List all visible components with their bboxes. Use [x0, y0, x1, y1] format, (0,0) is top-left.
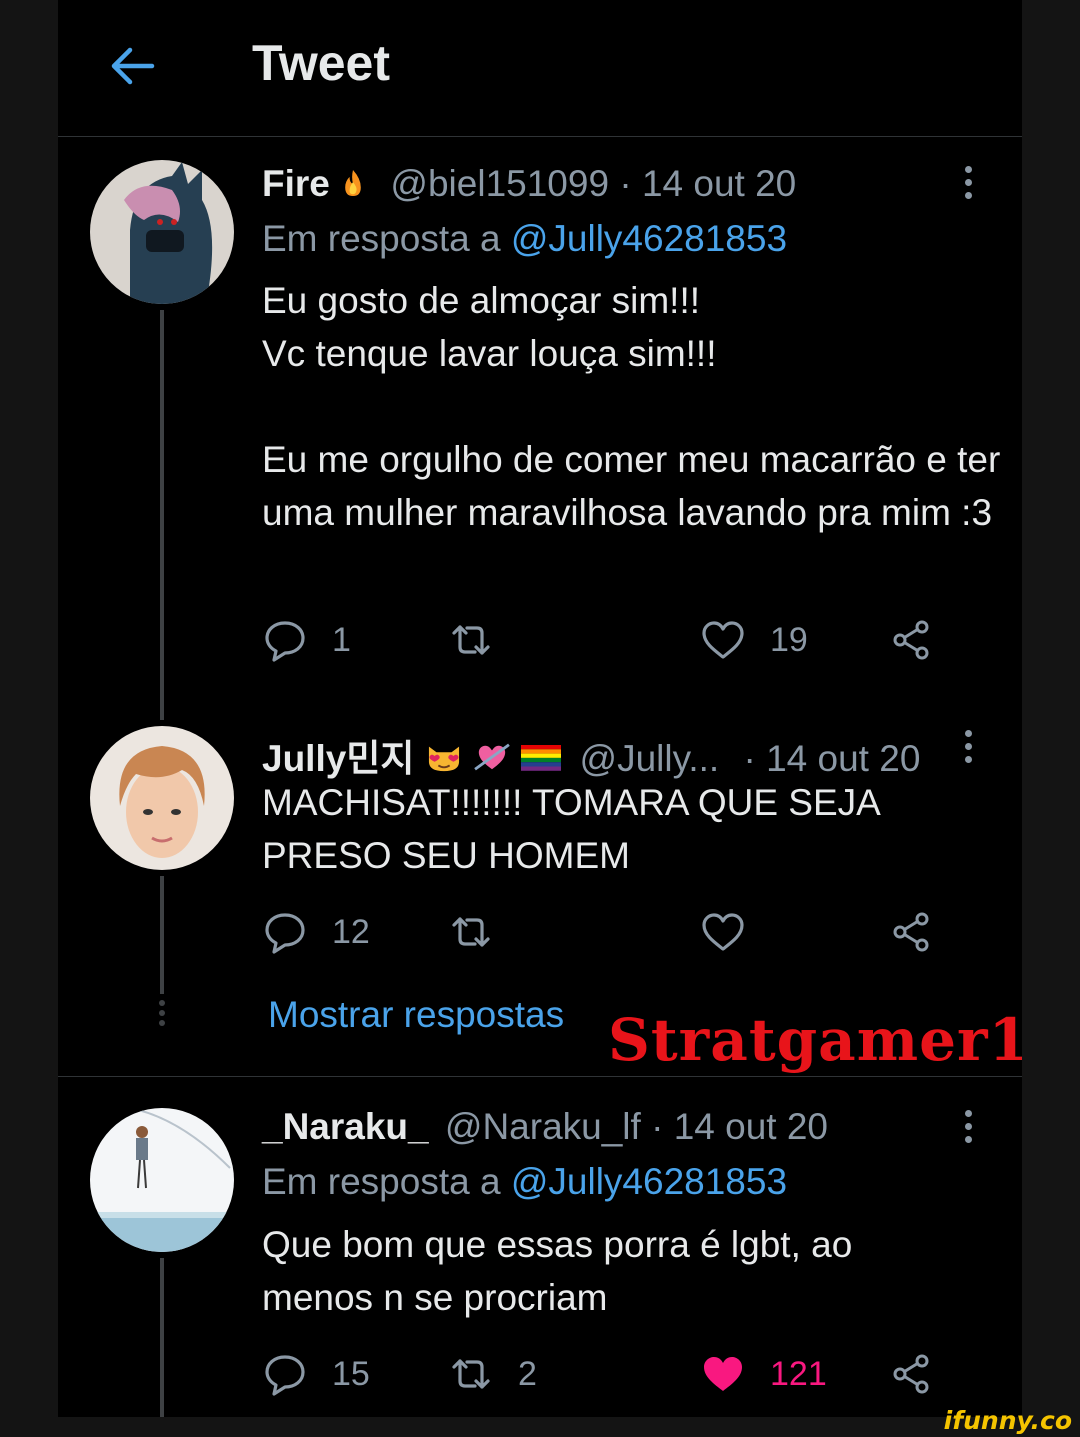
retweet-button[interactable]: 2: [448, 1348, 537, 1400]
retweet-icon: [452, 917, 490, 947]
tweet-text: MACHISAT!!!!!!! TOMARA QUE SEJA PRESO SE…: [262, 782, 890, 876]
handle[interactable]: @Naraku_lf: [445, 1106, 641, 1147]
retweet-count: 2: [518, 1354, 537, 1393]
heart-filled-icon: [704, 1357, 742, 1391]
like-count: 121: [770, 1354, 827, 1393]
share-button[interactable]: [888, 906, 934, 958]
more-icon[interactable]: [958, 1110, 978, 1150]
mention-link[interactable]: @Jully46281853: [511, 1161, 787, 1202]
reply-icon: [265, 621, 305, 662]
tweet-header: Fire @biel151099 · 14 out 20: [262, 163, 796, 207]
site-watermark: ifunny.co: [943, 1406, 1072, 1435]
tweet-text: Que bom que essas porra é lgbt, ao menos…: [262, 1224, 863, 1318]
mention-link[interactable]: @Jully46281853: [511, 218, 787, 259]
tweet-actions: 15 2 121: [262, 1348, 982, 1400]
thread-line: [160, 310, 164, 720]
reply-count: 1: [332, 620, 351, 659]
tweet-text: Eu gosto de almoçar sim!!! Vc tenque lav…: [262, 280, 1001, 533]
tweet-actions: 1 19: [262, 614, 982, 666]
back-arrow-icon[interactable]: [106, 40, 158, 92]
retweet-icon: [452, 625, 490, 655]
tweet-date[interactable]: 14 out 20: [674, 1106, 828, 1147]
tweet-header: Jully민지 @Jully... · 14 out 20: [262, 728, 920, 782]
display-name[interactable]: _Naraku_: [262, 1106, 429, 1147]
share-button[interactable]: [888, 1348, 934, 1400]
reply-button[interactable]: 1: [262, 614, 351, 666]
watermark-text: Stratgamer1: [608, 1006, 1022, 1074]
thread-dots: [158, 1000, 166, 1030]
like-count: 19: [770, 620, 808, 659]
reply-icon: [265, 1355, 305, 1396]
display-name[interactable]: Fire: [262, 163, 330, 204]
reply-context: Em resposta a @Jully46281853: [262, 218, 788, 259]
thread-line: [160, 1258, 164, 1417]
like-button[interactable]: [700, 906, 770, 958]
fire-icon: [340, 165, 366, 207]
top-bar: Tweet: [58, 0, 1022, 137]
retweet-button[interactable]: [448, 906, 518, 958]
more-icon[interactable]: [958, 730, 978, 770]
heart-icon: [702, 621, 744, 659]
divider: [58, 1076, 1022, 1077]
share-icon: [893, 1354, 929, 1394]
avatar[interactable]: [90, 160, 234, 304]
share-icon: [893, 912, 929, 952]
share-icon: [893, 620, 929, 660]
retweet-button[interactable]: [448, 614, 518, 666]
tweet-date[interactable]: 14 out 20: [766, 738, 920, 779]
tweet-date[interactable]: 14 out 20: [642, 163, 796, 204]
retweet-icon: [452, 1359, 490, 1389]
handle[interactable]: @Jully...: [580, 738, 720, 779]
heart-icon: [702, 913, 744, 951]
tweet-screen: Tweet Fire @biel151099 · 14 out 20 Em re…: [58, 0, 1022, 1417]
avatar[interactable]: [90, 1108, 234, 1252]
tweet-header: _Naraku_ @Naraku_lf · 14 out 20: [262, 1106, 829, 1147]
reply-button[interactable]: 15: [262, 1348, 370, 1400]
show-replies-link[interactable]: Mostrar respostas: [268, 994, 564, 1036]
tweet-actions: 12: [262, 906, 982, 958]
like-button[interactable]: 121: [700, 1348, 827, 1400]
share-button[interactable]: [888, 614, 934, 666]
reply-count: 12: [332, 912, 370, 951]
reply-icon: [265, 913, 305, 954]
reply-button[interactable]: 12: [262, 906, 370, 958]
display-name[interactable]: Jully민지: [262, 738, 414, 779]
handle[interactable]: @biel151099: [390, 163, 609, 204]
avatar[interactable]: [90, 726, 234, 870]
reply-count: 15: [332, 1354, 370, 1393]
like-button[interactable]: 19: [700, 614, 808, 666]
reply-context: Em resposta a @Jully46281853: [262, 1161, 788, 1202]
page-title: Tweet: [252, 35, 390, 91]
more-icon[interactable]: [958, 166, 978, 206]
thread-line: [160, 876, 164, 994]
